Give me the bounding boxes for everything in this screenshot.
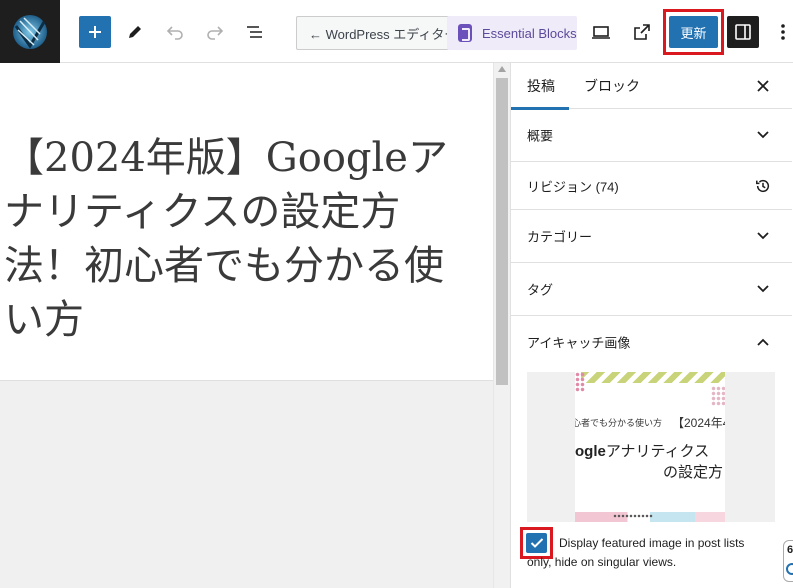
essential-blocks-label: Essential Blocks bbox=[482, 25, 577, 41]
checkbox-label-line2: only, hide on singular views. bbox=[527, 555, 677, 569]
edge-floating-widget[interactable]: 6 bbox=[783, 540, 793, 582]
essential-blocks-icon bbox=[458, 24, 472, 42]
editor-canvas: 【2024年版】Googleアナリティクスの設定方法！初心者でも分かる使い方 bbox=[0, 63, 493, 381]
add-block-button[interactable] bbox=[79, 16, 111, 48]
panel-tags-label: タグ bbox=[527, 282, 554, 298]
wordpress-logo-icon bbox=[13, 14, 47, 49]
close-sidebar-button[interactable] bbox=[751, 74, 775, 98]
chevron-down-icon bbox=[755, 281, 771, 297]
chevron-down-icon bbox=[755, 228, 771, 244]
back-to-editor-button[interactable]: ← WordPress エディター bbox=[296, 16, 456, 50]
update-highlight: 更新 bbox=[663, 9, 724, 55]
panel-tags[interactable]: タグ bbox=[511, 263, 792, 316]
panel-summary-label: 概要 bbox=[527, 128, 554, 144]
redo-icon bbox=[207, 26, 224, 40]
list-view-icon bbox=[247, 26, 262, 38]
update-button[interactable]: 更新 bbox=[669, 16, 718, 48]
preview-button[interactable] bbox=[585, 16, 617, 48]
panel-categories[interactable]: カテゴリー bbox=[511, 210, 792, 263]
site-logo-button[interactable] bbox=[0, 0, 60, 63]
edge-badge: 6 bbox=[787, 544, 793, 556]
featured-image-thumbnail: 心者でも分かる使い方 【2024年4 ogleアナリティクス の設定方 bbox=[575, 372, 725, 522]
checkmark-icon bbox=[530, 538, 543, 548]
panel-featured-image[interactable]: アイキャッチ画像 bbox=[511, 316, 792, 368]
sidebar-toggle-icon bbox=[735, 24, 751, 40]
editor-app: ← WordPress エディター Essential Blocks 更新 【2… bbox=[0, 0, 793, 588]
tools-button[interactable] bbox=[119, 16, 151, 48]
tab-post[interactable]: 投稿 bbox=[511, 63, 569, 110]
pen-icon bbox=[129, 26, 141, 38]
featured-image-subtitle: 心者でも分かる使い方 bbox=[575, 418, 663, 428]
chevron-up-icon bbox=[755, 334, 771, 350]
panel-revisions[interactable]: リビジョン (74) bbox=[511, 162, 792, 210]
plus-icon bbox=[89, 26, 101, 38]
history-icon bbox=[755, 178, 771, 194]
featured-image-line2: の設定方 bbox=[663, 464, 724, 481]
sidebar-tabs: 投稿 ブロック bbox=[511, 63, 792, 110]
edge-widget-icon bbox=[786, 563, 793, 575]
close-icon bbox=[757, 80, 769, 92]
view-post-button[interactable] bbox=[626, 16, 658, 48]
panel-revisions-label: リビジョン (74) bbox=[527, 179, 619, 194]
external-link-icon bbox=[634, 24, 650, 40]
desktop-preview-icon bbox=[592, 26, 610, 39]
top-toolbar: ← WordPress エディター Essential Blocks 更新 bbox=[0, 0, 793, 63]
redo-button[interactable] bbox=[199, 16, 231, 48]
editor-canvas-area: 【2024年版】Googleアナリティクスの設定方法！初心者でも分かる使い方 bbox=[0, 63, 510, 588]
post-title-input[interactable]: 【2024年版】Googleアナリティクスの設定方法！初心者でも分かる使い方 bbox=[4, 131, 474, 347]
essential-blocks-button[interactable]: Essential Blocks bbox=[447, 16, 577, 50]
panel-featured-image-label: アイキャッチ画像 bbox=[527, 335, 631, 351]
settings-toggle-button[interactable] bbox=[727, 16, 759, 48]
scroll-thumb[interactable] bbox=[496, 78, 508, 385]
editor-scrollbar[interactable] bbox=[493, 63, 510, 588]
undo-button[interactable] bbox=[159, 16, 191, 48]
options-button[interactable] bbox=[772, 16, 793, 48]
checkbox-label-line1: Display featured image in post lists bbox=[559, 536, 745, 550]
scroll-up-icon[interactable] bbox=[498, 66, 506, 72]
more-vertical-icon bbox=[780, 24, 785, 40]
featured-image-year: 【2024年4 bbox=[672, 416, 725, 430]
tab-block[interactable]: ブロック bbox=[584, 63, 640, 109]
list-view-button[interactable] bbox=[239, 16, 271, 48]
panel-categories-label: カテゴリー bbox=[527, 229, 593, 245]
featured-image-line1: ogleアナリティクス bbox=[575, 443, 710, 460]
undo-icon bbox=[166, 26, 183, 40]
chevron-down-icon bbox=[755, 127, 771, 143]
featured-image-preview[interactable]: 心者でも分かる使い方 【2024年4 ogleアナリティクス の設定方 bbox=[527, 372, 775, 522]
featured-image-visibility-checkbox[interactable] bbox=[526, 533, 547, 553]
panel-summary[interactable]: 概要 bbox=[511, 109, 792, 162]
settings-sidebar: 投稿 ブロック 概要 リビジョン (74) カテゴリー タグ アイキャッチ画像 … bbox=[510, 63, 793, 588]
